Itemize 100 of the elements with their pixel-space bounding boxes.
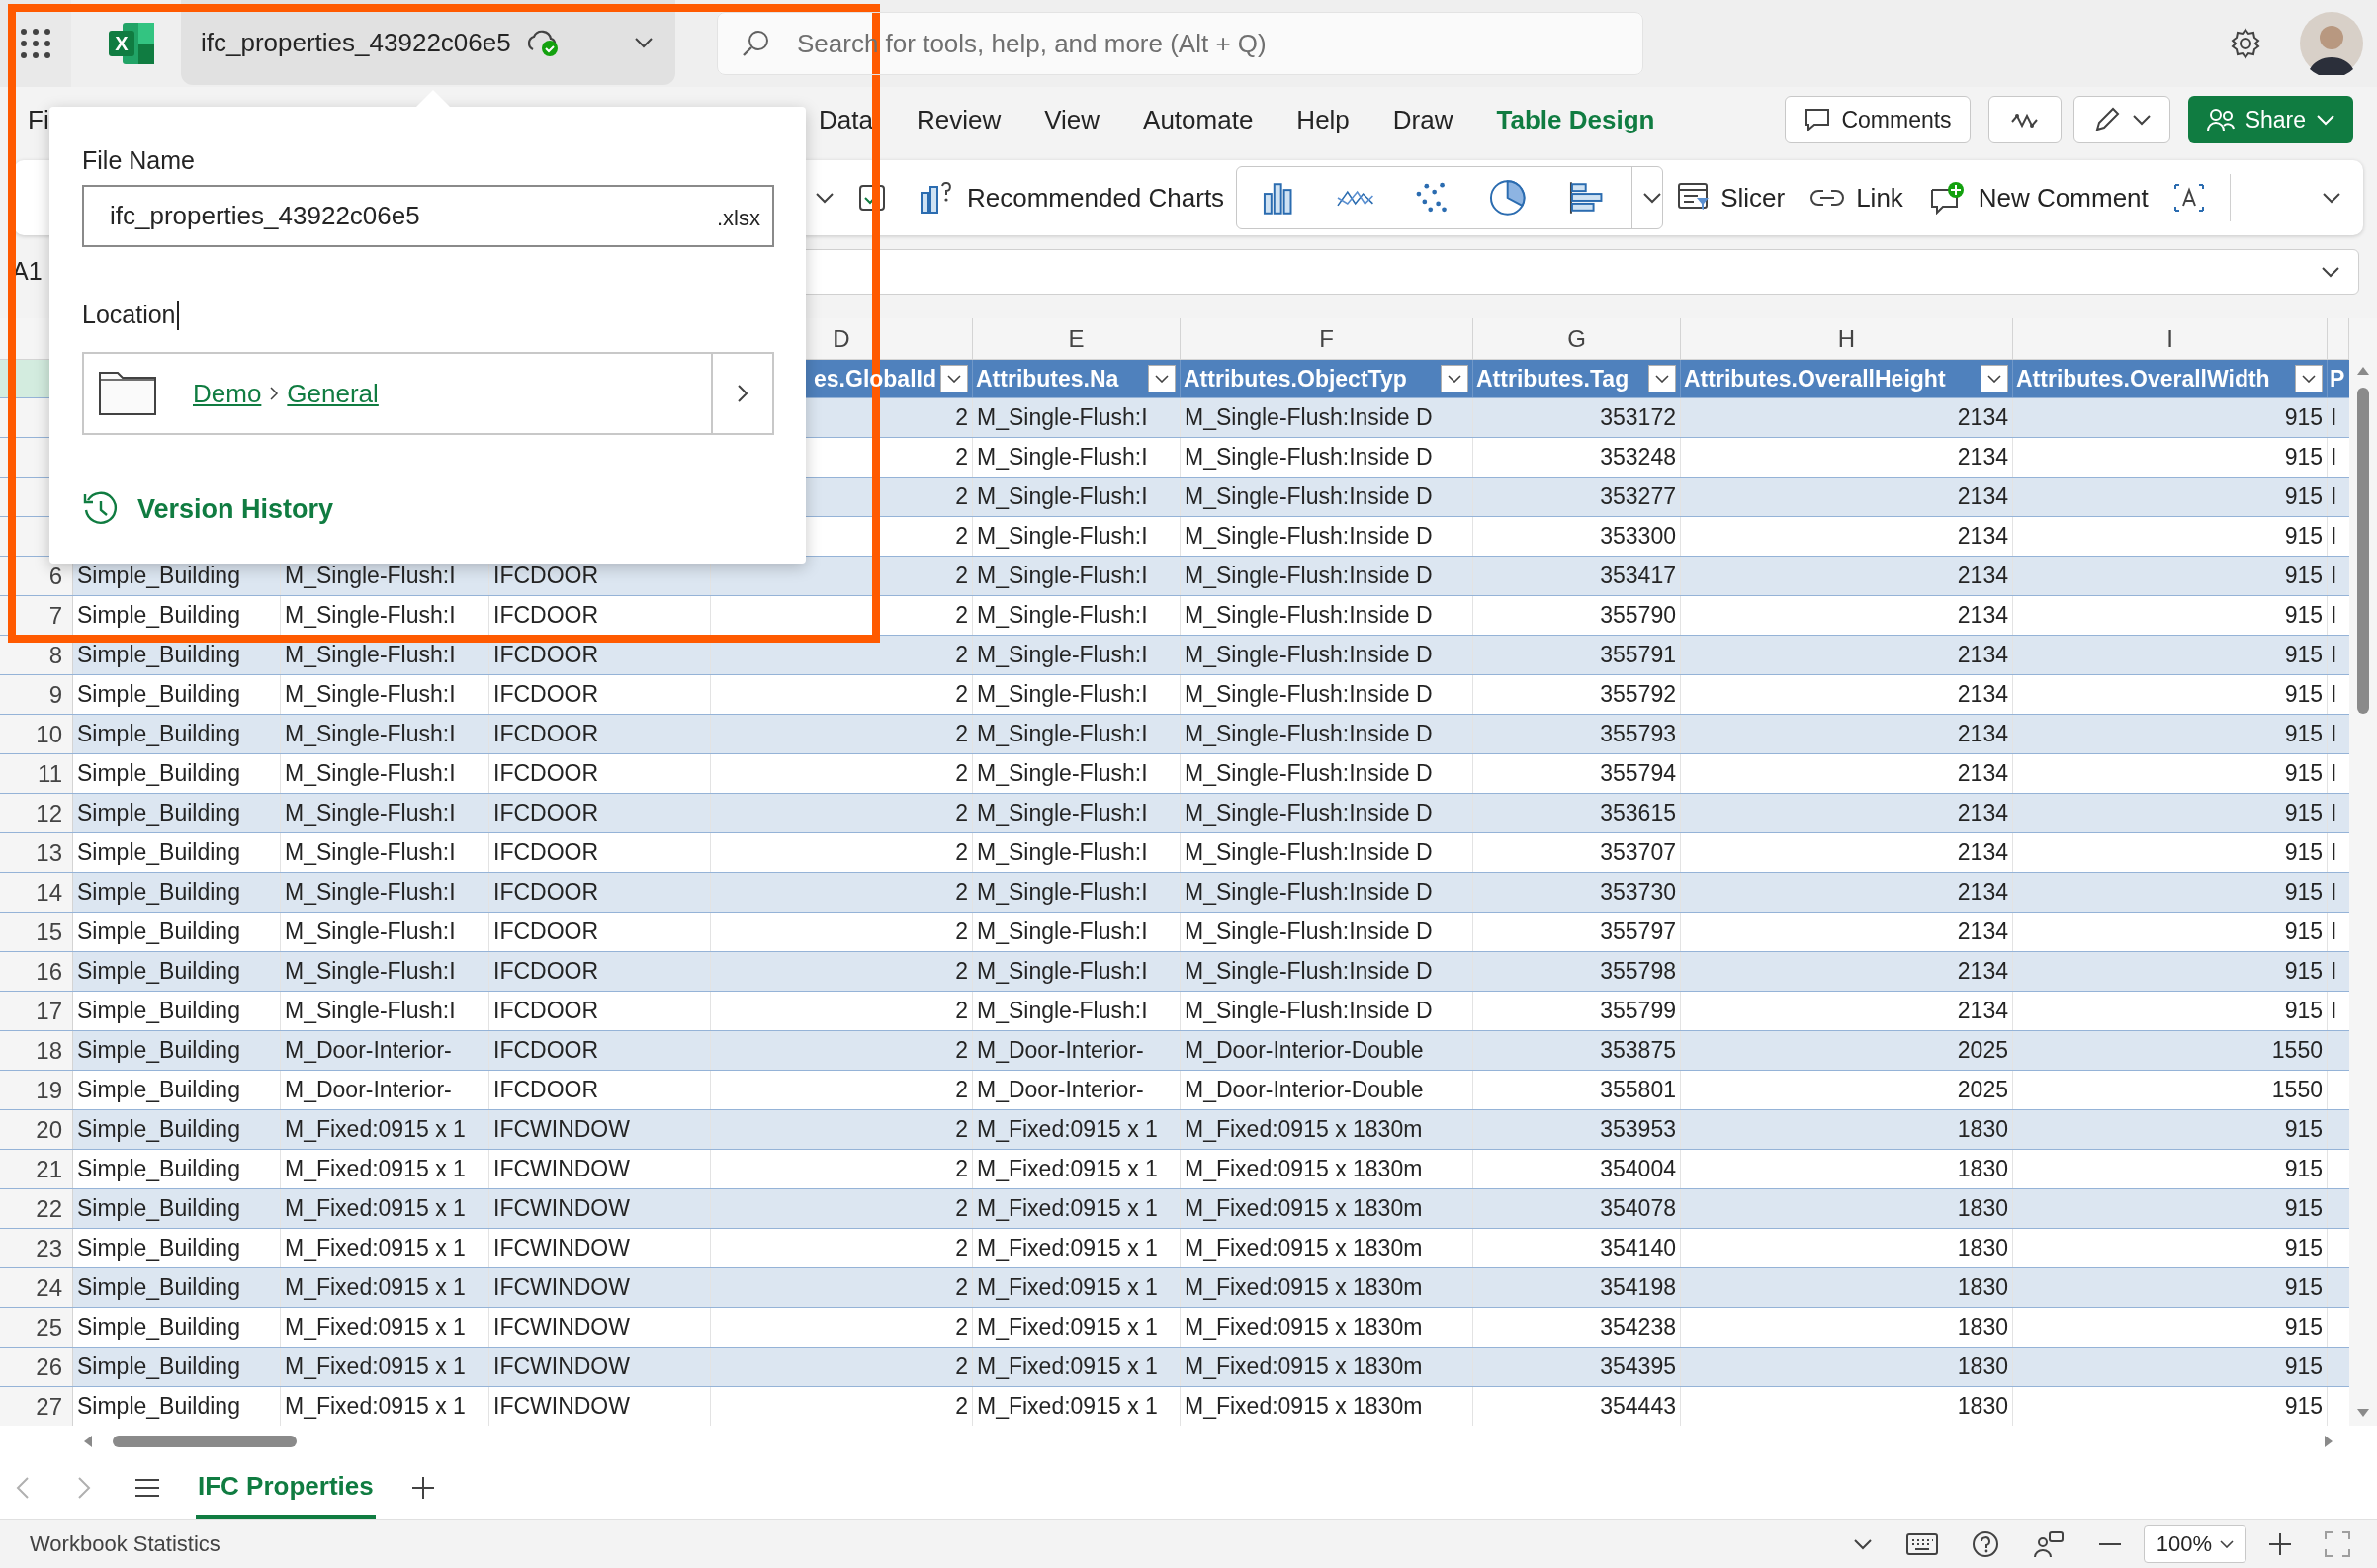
table-cell-text: M_Single-Flush:Inside D <box>1185 482 1433 512</box>
table-cell-text: 2 <box>955 1234 968 1263</box>
filter-button[interactable] <box>940 365 968 392</box>
search-icon <box>741 29 770 58</box>
ribbon-tab[interactable]: Draw <box>1392 104 1453 134</box>
table-cell-text: M_Single-Flush:Inside D <box>1185 917 1433 947</box>
filter-button[interactable] <box>1648 365 1676 392</box>
table-cell-text: 915 <box>2284 1313 2323 1343</box>
editing-mode-button[interactable] <box>2072 96 2170 143</box>
filter-button[interactable] <box>1148 365 1176 392</box>
share-button[interactable]: Share <box>2187 96 2353 143</box>
settings-icon[interactable] <box>2229 27 2262 60</box>
chevron-down-icon <box>2321 266 2340 278</box>
table-cell-text: 2134 <box>1957 562 2008 591</box>
chevron-down-icon[interactable] <box>1853 1537 1873 1550</box>
table-cell-text: M_Single-Flush:Inside D <box>1185 838 1433 868</box>
column-header[interactable]: I <box>2166 320 2173 357</box>
ribbon-tab[interactable]: Table Design <box>1496 104 1655 134</box>
status-text[interactable]: Workbook Statistics <box>30 1527 220 1560</box>
filter-button[interactable] <box>2295 365 2323 392</box>
filter-button[interactable] <box>1981 365 2008 392</box>
chevron-down-icon[interactable] <box>1642 192 1663 204</box>
table-cell-text: 915 <box>2284 680 2323 710</box>
text-box-icon[interactable] <box>2171 182 2206 214</box>
column-header[interactable]: H <box>1837 320 1856 357</box>
table-cell-text: 2134 <box>1957 641 2008 670</box>
column-header[interactable]: D <box>833 320 850 357</box>
location-link[interactable]: Demo <box>193 374 262 413</box>
table-cell-text: IFCDOOR <box>493 680 599 710</box>
table-cell-text: IFCWINDOW <box>493 1115 630 1145</box>
filter-button[interactable] <box>1441 365 1468 392</box>
ribbon-tab[interactable]: Help <box>1296 104 1350 134</box>
column-header[interactable]: E <box>1068 320 1085 357</box>
scroll-down-icon[interactable] <box>2356 1408 2370 1418</box>
scroll-left-icon[interactable] <box>83 1435 93 1448</box>
table-cell-text: IFCWINDOW <box>493 1273 630 1303</box>
slicer-button[interactable]: Slicer <box>1677 178 1786 218</box>
zoom-in-icon[interactable] <box>2268 1531 2292 1556</box>
help-icon[interactable] <box>1972 1529 1999 1558</box>
table-cell-text: M_Fixed:0915 x 1830m <box>1185 1273 1423 1303</box>
ribbon-tab[interactable]: Review <box>916 104 1002 134</box>
row-header[interactable]: 9 <box>48 676 62 713</box>
table-cell-text: 1830 <box>1957 1352 2008 1382</box>
table-cell-text: 1830 <box>1957 1273 2008 1303</box>
ribbon-tab[interactable]: View <box>1044 104 1100 134</box>
vertical-scrollbar[interactable] <box>2349 318 2377 1426</box>
row-header[interactable]: 7 <box>48 597 62 634</box>
column-header[interactable]: F <box>1319 320 1334 357</box>
table-cell-text: 1830 <box>1957 1392 2008 1422</box>
chevron-down-icon[interactable] <box>815 192 835 204</box>
table-cell-text: 2 <box>955 957 968 987</box>
column-header[interactable]: G <box>1567 320 1586 357</box>
chevron-down-icon[interactable] <box>2322 192 2341 204</box>
version-history-button[interactable]: Version History <box>82 489 334 530</box>
table-cell-text: 2 <box>955 522 968 552</box>
zoom-dropdown[interactable]: 100% <box>2144 1524 2246 1563</box>
recommended-charts-button[interactable]: Recommended Charts <box>920 178 1225 218</box>
pie-chart-icon[interactable] <box>1488 178 1528 218</box>
table-cell-text: Simple_Building <box>77 720 240 749</box>
menu-icon[interactable] <box>134 1478 160 1498</box>
catch-up-button[interactable] <box>1987 96 2062 143</box>
zoom-out-icon[interactable] <box>2098 1541 2122 1546</box>
table-cell-text: 1830 <box>1957 1155 2008 1184</box>
new-comment-button[interactable]: New Comment <box>1928 178 2149 218</box>
app-launcher-icon[interactable] <box>19 27 52 60</box>
ribbon-tab[interactable]: Automate <box>1143 104 1254 134</box>
file-name-button[interactable]: ifc_properties_43922c06e5 <box>181 0 675 85</box>
comments-button[interactable]: Comments <box>1785 96 1971 143</box>
scroll-right-icon[interactable] <box>2324 1435 2333 1448</box>
table-cell-text: IFCWINDOW <box>493 1194 630 1224</box>
table-cell-text: M_Single-Flush:I <box>285 838 456 868</box>
ribbon-tab[interactable]: Fi <box>28 104 49 134</box>
table-cell-text: 353615 <box>1600 799 1676 828</box>
scrollbar-thumb[interactable] <box>113 1436 297 1447</box>
table-cell-text: Simple_Building <box>77 1352 240 1382</box>
table-cell-text: 915 <box>2284 1234 2323 1263</box>
row-header[interactable]: 8 <box>48 637 62 673</box>
table-cell-text: IFCWINDOW <box>493 1234 630 1263</box>
feedback-icon[interactable] <box>2033 1529 2065 1558</box>
table-cell-text: 2 <box>955 1313 968 1343</box>
avatar-icon[interactable] <box>2300 12 2363 75</box>
chevron-down-icon[interactable] <box>634 37 654 48</box>
checkbox-icon[interactable] <box>858 184 886 212</box>
table-cell-text: M_Door-Interior-Double <box>1185 1036 1424 1066</box>
table-cell-text: 2 <box>955 562 968 591</box>
table-cell-text: 353417 <box>1600 562 1676 591</box>
chevron-down-icon <box>1655 375 1669 383</box>
scroll-up-icon[interactable] <box>2356 366 2370 376</box>
table-cell-text: 1830 <box>1957 1313 2008 1343</box>
ribbon-tab[interactable]: Data <box>819 104 873 134</box>
keyboard-icon[interactable] <box>1906 1532 1938 1555</box>
scrollbar-thumb[interactable] <box>2357 388 2369 714</box>
table-cell-text: 1830 <box>1957 1234 2008 1263</box>
location-link[interactable]: General <box>287 374 379 413</box>
add-sheet-icon[interactable] <box>410 1476 435 1500</box>
table-cell-text: M_Fixed:0915 x 1830m <box>1185 1352 1423 1382</box>
table-cell-text: M_Single-Flush:Inside D <box>1185 601 1433 631</box>
table-cell-text: I <box>2331 482 2337 512</box>
table-cell-text: 2 <box>955 641 968 670</box>
link-button[interactable]: Link <box>1810 178 1903 218</box>
